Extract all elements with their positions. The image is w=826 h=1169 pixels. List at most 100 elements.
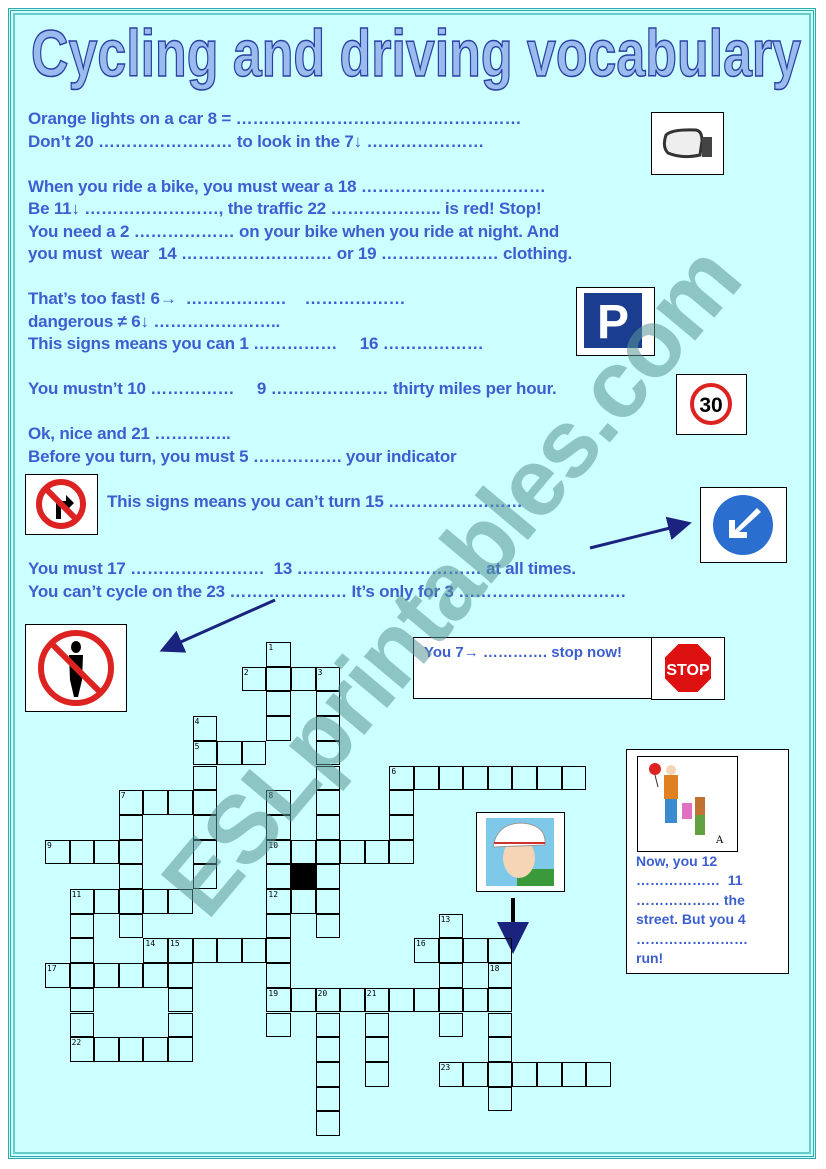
crossword-cell[interactable] [315,1037,341,1062]
crossword-cell[interactable] [463,987,488,1013]
crossword-cell[interactable] [315,864,341,889]
crossword-cell[interactable] [389,839,414,865]
crossword-cell[interactable] [438,963,464,988]
crossword-cell[interactable] [118,1037,144,1062]
crossword-cell[interactable] [315,1086,341,1112]
crossword-cell[interactable] [487,1061,513,1087]
crossword-cell[interactable] [512,765,537,791]
crossword-cell[interactable] [315,1111,341,1136]
crossword-cell[interactable] [266,666,291,692]
crossword-cell[interactable] [463,765,488,791]
crossword-cell[interactable] [192,864,218,889]
crossword-cell[interactable] [192,790,218,815]
crossword-cell[interactable] [586,1061,611,1087]
crossword-cell[interactable] [364,839,390,865]
crossword-cell[interactable] [168,987,193,1013]
crossword-cell[interactable] [438,987,464,1013]
crossword-cell[interactable] [315,740,341,766]
crossword-cell[interactable] [389,790,414,815]
crossword-cell[interactable] [414,987,439,1013]
crossword-cell[interactable] [241,938,267,964]
crossword-cell[interactable] [389,987,414,1013]
crossword-cell[interactable] [168,963,193,988]
crossword-cell[interactable] [266,913,291,939]
crossword-cell[interactable] [315,716,341,741]
crossword-cell[interactable] [266,963,291,988]
crossword-cell[interactable] [340,987,365,1013]
crossword-cell[interactable] [340,839,365,865]
crossword-cell[interactable] [118,814,144,840]
crossword-cell[interactable] [69,839,95,865]
crossword-cell[interactable] [487,765,513,791]
crossword-cell[interactable] [143,963,168,988]
crossword-cell[interactable] [487,938,513,964]
crossword-cell[interactable] [364,1012,390,1038]
crossword-cell[interactable] [217,938,242,964]
crossword-cell[interactable] [266,716,291,741]
crossword-cell[interactable] [364,1037,390,1062]
crossword-cell[interactable] [94,1037,119,1062]
crossword-cell[interactable] [291,839,316,865]
crossword-cell[interactable] [463,1061,488,1087]
crossword-cell[interactable] [537,1061,562,1087]
crossword-cell[interactable] [192,765,218,791]
crossword-cell[interactable] [315,814,341,840]
crossword-cell[interactable] [487,1012,513,1038]
crossword-cell[interactable] [118,913,144,939]
crossword-cell[interactable] [143,1037,168,1062]
crossword-cell[interactable] [438,1012,464,1038]
crossword-cell[interactable] [143,889,168,914]
crossword-cell[interactable] [315,790,341,815]
crossword-cell[interactable] [291,889,316,914]
crossword-cell[interactable] [487,987,513,1013]
crossword-cell[interactable] [438,765,464,791]
crossword-cell[interactable] [315,765,341,791]
crossword-cell[interactable] [315,1012,341,1038]
crossword-cell[interactable] [266,1012,291,1038]
crossword-cell[interactable] [315,691,341,717]
crossword-cell[interactable] [192,839,218,865]
crossword-cell[interactable] [69,1012,95,1038]
crossword-cell[interactable] [192,814,218,840]
crossword-cell[interactable] [118,963,144,988]
crossword-cell[interactable] [463,938,488,964]
crossword-cell[interactable] [69,938,95,964]
crossword-cell[interactable] [168,1012,193,1038]
crossword-cell[interactable] [94,889,119,914]
crossword-cell[interactable] [487,1086,513,1112]
crossword-cell[interactable] [69,913,95,939]
crossword-cell[interactable] [537,765,562,791]
crossword-cell[interactable] [118,839,144,865]
crossword-cell[interactable] [266,864,291,889]
crossword-cell[interactable] [291,666,316,692]
crossword-cell[interactable] [266,814,291,840]
crossword-cell[interactable] [512,1061,537,1087]
crossword-cell[interactable] [266,938,291,964]
crossword-cell[interactable] [414,765,439,791]
crossword-cell[interactable] [561,765,587,791]
crossword-cell[interactable] [291,987,316,1013]
crossword-cell[interactable] [69,987,95,1013]
crossword-cell[interactable] [118,864,144,889]
crossword-cell[interactable] [487,1037,513,1062]
crossword-cell[interactable] [143,790,168,815]
crossword-cell[interactable] [438,938,464,964]
crossword-cell[interactable] [217,740,242,766]
crossword-cell[interactable] [192,938,218,964]
crossword-cell[interactable] [315,913,341,939]
crossword-cell[interactable] [168,889,193,914]
crossword-cell[interactable] [315,1061,341,1087]
crossword-cell[interactable] [69,963,95,988]
crossword-cell[interactable] [561,1061,587,1087]
crossword-cell[interactable] [118,889,144,914]
crossword-cell[interactable] [315,839,341,865]
crossword-cell[interactable] [364,1061,390,1087]
crossword-cell[interactable] [168,1037,193,1062]
crossword-cell[interactable] [241,740,267,766]
crossword-cell[interactable] [94,839,119,865]
crossword-cell[interactable] [389,814,414,840]
crossword-cell[interactable] [266,691,291,717]
crossword-cell[interactable] [94,963,119,988]
crossword-cell[interactable] [315,889,341,914]
crossword-cell[interactable] [168,790,193,815]
